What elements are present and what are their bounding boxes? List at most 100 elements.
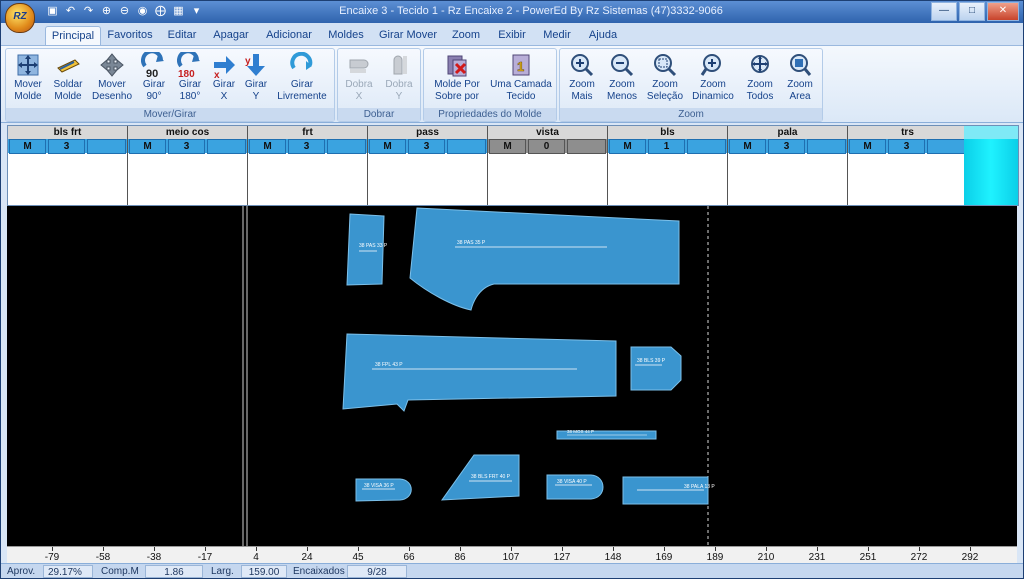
dobra-x-button[interactable]: Dobra X [340,52,378,103]
encaixados-value: 9/28 [347,565,407,578]
app-logo[interactable]: RZ [5,3,35,33]
piece-row[interactable]: M 3 [8,139,127,154]
redo-icon[interactable]: ↷ [81,4,96,19]
mover-molde-button[interactable]: Mover Molde [8,52,48,103]
garment-piece[interactable]: 38 PAS 33 P [346,213,388,286]
zoom-area-icon[interactable]: ▦ [171,4,186,19]
ribbon-tabs: Principal Favoritos Editar Apagar Adicio… [1,23,1023,45]
piece-name: frt [248,126,367,139]
zoom-all-icon[interactable]: ⨁ [153,4,168,19]
group-propriedades: Molde Por Sobre por 1 Uma Camada Tecido … [423,48,557,122]
zoom-all-icon [747,52,773,78]
ruler-label: -38 [146,552,162,563]
ruler-label: 107 [502,552,520,563]
weld-piece-icon [55,52,81,78]
zoom-dinamico-button[interactable]: Zoom Dinamico [688,52,738,103]
flip-y-icon: y [243,52,269,78]
piece-column[interactable]: pala M 3 [728,126,848,205]
piece-qty: 3 [888,139,926,154]
tab-medir[interactable]: Medir [539,26,575,44]
svg-text:90: 90 [146,68,158,78]
piece-size: M [369,139,407,154]
molde-por-sobre-button[interactable]: Molde Por Sobre por [426,52,488,103]
fold-x-icon [346,52,372,78]
tab-zoom[interactable]: Zoom [449,26,483,44]
piece-column[interactable]: bls frt M 3 [8,126,128,205]
piece-qty: 0 [528,139,566,154]
close-button[interactable]: ✕ [987,2,1019,21]
piece-row[interactable]: M 3 [848,139,967,154]
piece-column[interactable]: trs M 3 [848,126,968,205]
svg-text:x: x [214,70,220,78]
zoom-todos-button[interactable]: Zoom Todos [740,52,780,103]
garment-piece[interactable]: 38 FPL 43 P [342,333,617,412]
save-icon[interactable]: ▣ [45,4,60,19]
piece-column[interactable]: bls M 1 [608,126,728,205]
piece-column[interactable]: vista M 0 [488,126,608,205]
svg-text:1: 1 [517,59,524,74]
garment-piece[interactable]: 38 VISA 36 P [355,478,412,502]
zoom-area-button[interactable]: Zoom Area [780,52,820,103]
tab-ajuda[interactable]: Ajuda [585,26,621,44]
piece-size: M [729,139,767,154]
tab-principal[interactable]: Principal [45,26,101,45]
marker-drawing[interactable]: 38 PAS 33 P 38 PAS 35 P 38 FPL 43 P 38 B… [7,206,1017,546]
piece-row[interactable]: M 0 [488,139,607,154]
piece-name: pass [368,126,487,139]
tab-moldes[interactable]: Moldes [325,26,367,44]
garment-piece[interactable]: 38 VISA 40 P [546,474,604,500]
ribbon: Mover Molde Soldar Molde Mover Desenho 9… [1,45,1023,123]
uma-camada-tecido-button[interactable]: 1 Uma Camada Tecido [488,52,554,103]
ruler-label: -17 [197,552,213,563]
undo-icon[interactable]: ↶ [63,4,78,19]
piece-qty: 3 [48,139,86,154]
zoom-mais-button[interactable]: Zoom Mais [562,52,602,103]
garment-piece[interactable]: 38 PAS 35 P [409,207,680,311]
piece-column[interactable]: frt M 3 [248,126,368,205]
table-scroll-strip[interactable] [964,126,1018,205]
girar-x-button[interactable]: x Girar X [208,52,240,103]
garment-piece[interactable]: 38 MOS 44 P [556,429,657,440]
soldar-molde-button[interactable]: Soldar Molde [48,52,88,103]
piece-label: 38 PAS 35 P [457,240,486,246]
aprov-value: 29.17% [43,565,93,578]
garment-piece[interactable]: 38 BLS FRT 40 P [440,454,520,501]
tab-favoritos[interactable]: Favoritos [105,26,155,44]
girar-180-button[interactable]: 180 Girar 180° [172,49,208,103]
girar-y-button[interactable]: y Girar Y [240,52,272,103]
tab-girar-mover[interactable]: Girar Mover [377,26,439,44]
ruler-label: 251 [859,552,877,563]
piece-extra [87,139,126,154]
zoom-fit-icon[interactable]: ◉ [135,4,150,19]
zoom-in-icon[interactable]: ⊕ [99,4,114,19]
piece-label: 38 BLS 39 P [637,358,666,364]
tab-exibir[interactable]: Exibir [495,26,529,44]
garment-piece[interactable]: 38 BLS 39 P [630,346,682,391]
zoom-out-icon[interactable]: ⊖ [117,4,132,19]
piece-row[interactable]: M 3 [128,139,247,154]
garment-piece[interactable]: 38 PALA 13 P [622,476,715,505]
tab-apagar[interactable]: Apagar [210,26,252,44]
zoom-selecao-button[interactable]: Zoom Seleção [644,52,686,103]
zoom-area-icon [787,52,813,78]
minimize-button[interactable]: — [931,2,957,21]
girar-90-button[interactable]: 90 Girar 90° [136,49,172,103]
group-dobrar: Dobra X Dobra Y Dobrar [337,48,421,122]
dropdown-icon[interactable]: ▾ [189,4,204,19]
group-zoom: Zoom Mais Zoom Menos Zoom Seleção Zoom D… [559,48,823,122]
zoom-menos-button[interactable]: Zoom Menos [602,52,642,103]
piece-row[interactable]: M 3 [248,139,367,154]
piece-size: M [849,139,887,154]
girar-livremente-button[interactable]: Girar Livremente [274,51,330,103]
maximize-button[interactable]: □ [959,2,985,21]
piece-column[interactable]: pass M 3 [368,126,488,205]
piece-column[interactable]: meio cos M 3 [128,126,248,205]
tab-editar[interactable]: Editar [163,26,201,44]
mover-desenho-button[interactable]: Mover Desenho [90,52,134,103]
dobra-y-button[interactable]: Dobra Y [380,52,418,103]
marker-canvas[interactable]: 38 PAS 33 P 38 PAS 35 P 38 FPL 43 P 38 B… [7,206,1017,546]
tab-adicionar[interactable]: Adicionar [263,26,315,44]
piece-row[interactable]: M 3 [728,139,847,154]
piece-row[interactable]: M 3 [368,139,487,154]
piece-row[interactable]: M 1 [608,139,727,154]
